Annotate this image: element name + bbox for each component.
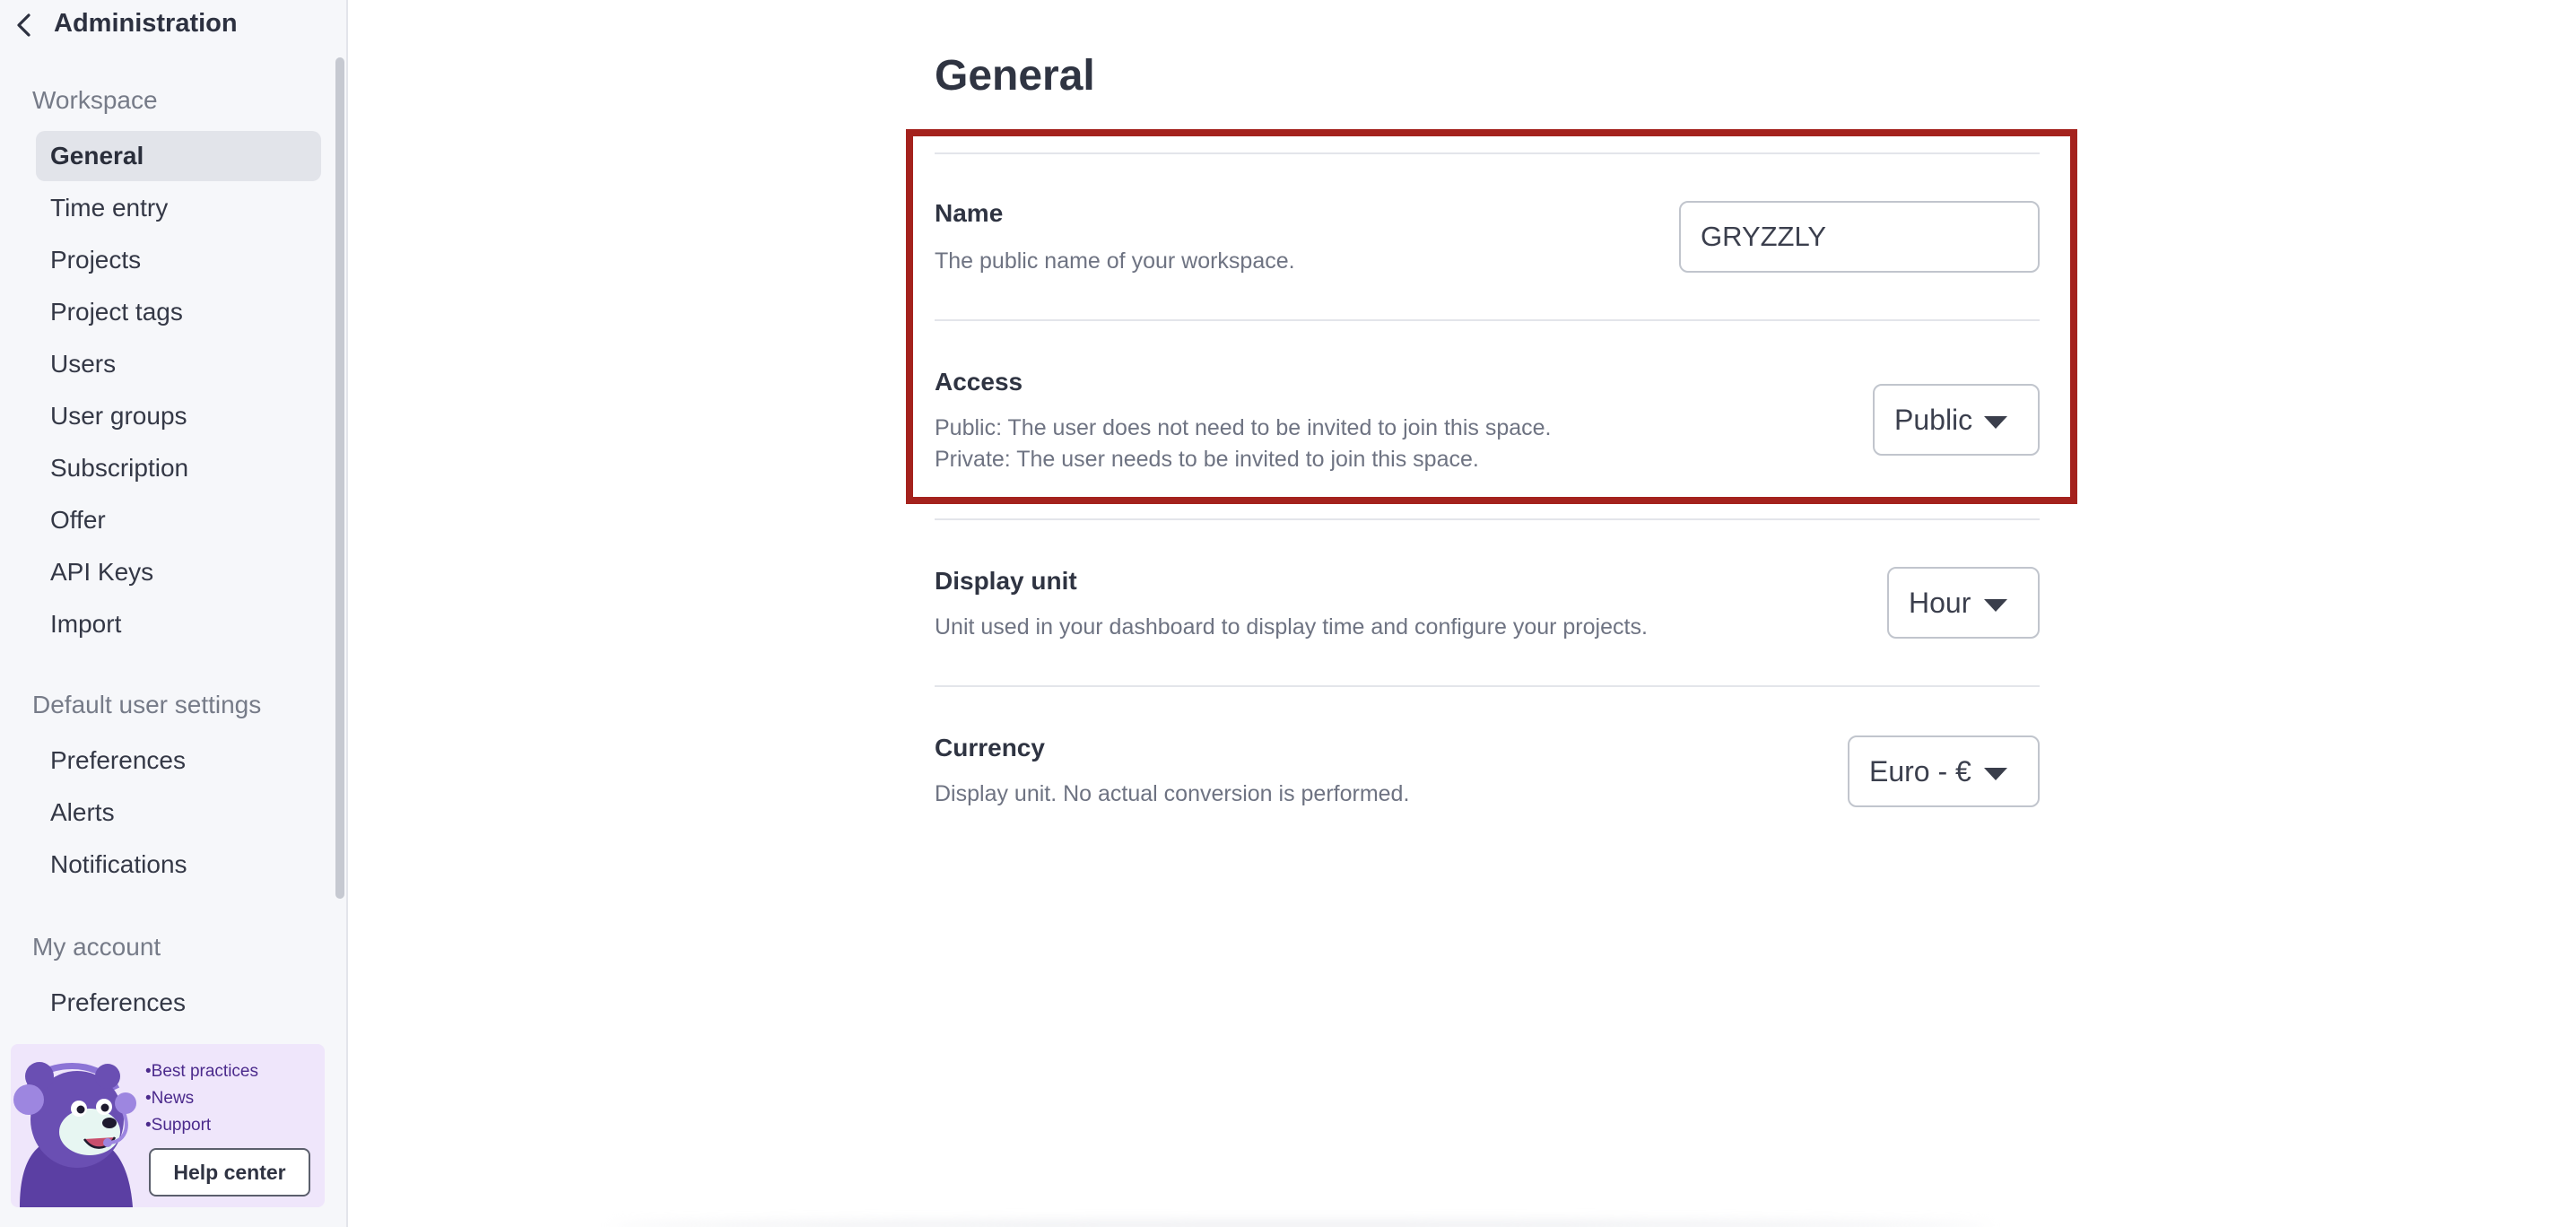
access-label: Access <box>935 368 1023 396</box>
display-unit-select[interactable]: Hour <box>1887 567 2040 639</box>
name-label: Name <box>935 199 1004 227</box>
help-links: •Best practices •News •Support <box>145 1058 258 1139</box>
caret-down-icon <box>1984 416 2007 429</box>
access-description-public: Public: The user does not need to be inv… <box>935 415 1552 440</box>
sidebar-item-offer[interactable]: Offer <box>36 495 321 545</box>
sidebar-item-project-tags[interactable]: Project tags <box>36 287 321 337</box>
currency-label: Currency <box>935 734 1045 761</box>
page-title: General <box>935 52 1095 100</box>
sidebar-item-import[interactable]: Import <box>36 599 321 649</box>
workspace-name-input[interactable] <box>1679 201 2040 273</box>
divider <box>935 319 2040 321</box>
section-heading-workspace: Workspace <box>32 86 158 114</box>
sidebar-item-default-preferences[interactable]: Preferences <box>36 735 321 786</box>
display-unit-select-value: Hour <box>1909 586 1971 619</box>
sidebar-item-account-preferences[interactable]: Preferences <box>36 978 321 1028</box>
sidebar-title: Administration <box>54 9 238 38</box>
section-heading-default-user-settings: Default user settings <box>32 691 262 718</box>
help-center-button[interactable]: Help center <box>149 1148 310 1197</box>
access-select[interactable]: Public <box>1873 384 2040 456</box>
currency-description: Display unit. No actual conversion is pe… <box>935 781 1410 806</box>
sidebar-item-user-groups[interactable]: User groups <box>36 391 321 441</box>
sidebar-item-notifications[interactable]: Notifications <box>36 840 321 890</box>
help-link-news[interactable]: •News <box>145 1085 258 1112</box>
divider <box>935 518 2040 520</box>
section-heading-my-account: My account <box>32 933 161 961</box>
bear-mascot-icon <box>13 1062 136 1207</box>
sidebar-item-projects[interactable]: Projects <box>36 235 321 285</box>
sidebar-item-alerts[interactable]: Alerts <box>36 788 321 838</box>
sidebar-item-time-entry[interactable]: Time entry <box>36 183 321 233</box>
divider <box>935 685 2040 687</box>
access-select-value: Public <box>1894 403 1973 436</box>
sidebar-item-api-keys[interactable]: API Keys <box>36 547 321 597</box>
sidebar: Administration Workspace General Time en… <box>0 0 348 1227</box>
sidebar-item-general[interactable]: General <box>36 131 321 181</box>
name-description: The public name of your workspace. <box>935 248 1295 274</box>
sidebar-item-subscription[interactable]: Subscription <box>36 443 321 493</box>
access-description-private: Private: The user needs to be invited to… <box>935 447 1479 472</box>
help-link-support[interactable]: •Support <box>145 1112 258 1139</box>
display-unit-label: Display unit <box>935 567 1077 595</box>
currency-select-value: Euro - € <box>1869 754 1971 788</box>
caret-down-icon <box>1984 768 2007 780</box>
sidebar-item-users[interactable]: Users <box>36 339 321 389</box>
display-unit-description: Unit used in your dashboard to display t… <box>935 614 1648 640</box>
bottom-shadow <box>610 1222 1991 1227</box>
divider <box>935 152 2040 154</box>
chevron-left-icon[interactable] <box>13 13 36 38</box>
sidebar-scrollbar[interactable] <box>335 57 344 899</box>
help-link-best-practices[interactable]: •Best practices <box>145 1058 258 1085</box>
currency-select[interactable]: Euro - € <box>1848 735 2040 807</box>
caret-down-icon <box>1984 599 2007 612</box>
app-window: Administration Workspace General Time en… <box>0 0 2576 1227</box>
help-card: •Best practices •News •Support Help cent… <box>11 1044 325 1207</box>
